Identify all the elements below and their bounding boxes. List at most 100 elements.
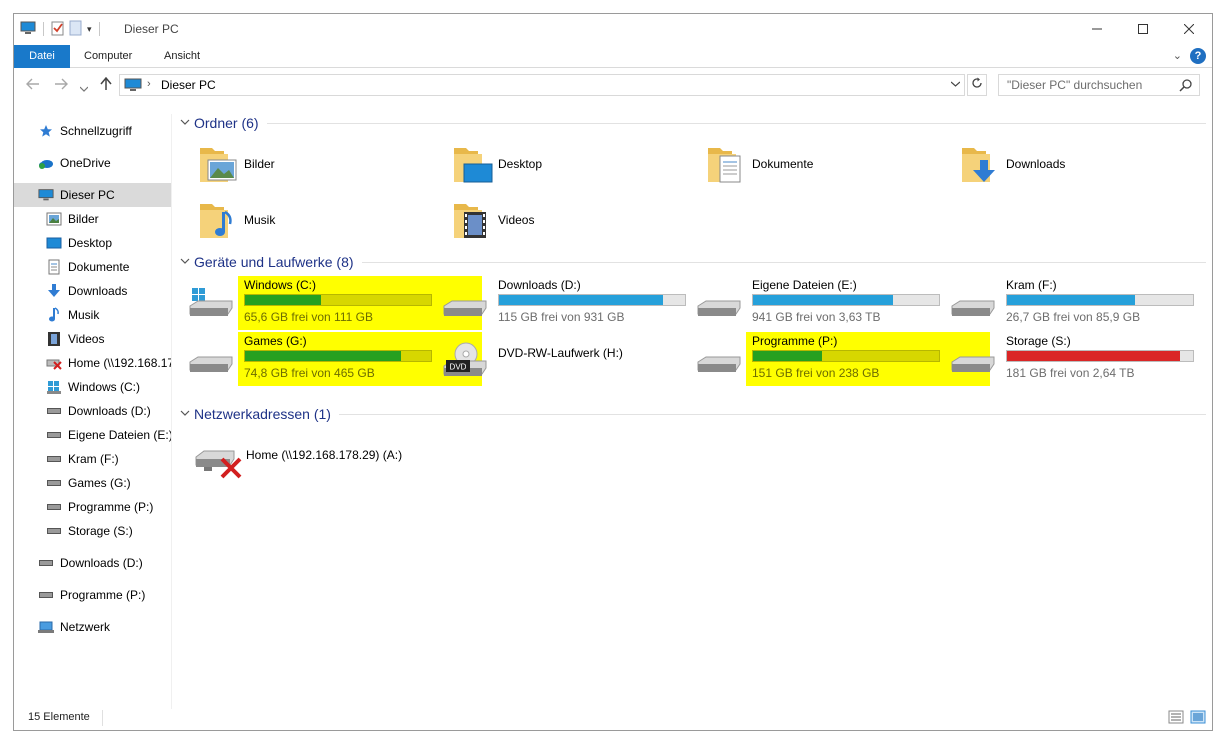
sidebar-item-programme-p-root[interactable]: Programme (P:) <box>14 583 171 607</box>
divider <box>338 413 1206 415</box>
sidebar-item-netzwerk[interactable]: Netzwerk <box>14 615 171 639</box>
sidebar-item-onedrive[interactable]: OneDrive <box>14 151 171 175</box>
sidebar-item-label: Kram (F:) <box>68 452 119 466</box>
drive-free-space: 181 GB frei von 2,64 TB <box>1006 366 1135 380</box>
sidebar-item-downloads-d[interactable]: Downloads (D:) <box>14 399 171 423</box>
folder-item-musik[interactable]: Musik <box>198 195 438 245</box>
details-view-icon[interactable] <box>1168 710 1184 727</box>
drive-item[interactable]: Storage (S:) 181 GB frei von 2,64 TB <box>951 332 1212 386</box>
tab-datei[interactable]: Datei <box>14 45 70 68</box>
quick-access-toolbar: ▾ <box>20 20 103 38</box>
folder-label: Downloads <box>1006 157 1066 171</box>
search-box[interactable] <box>998 74 1200 96</box>
sidebar-item-home-network[interactable]: Home (\\192.168.17 <box>14 351 171 375</box>
sidebar-item-kram-f[interactable]: Kram (F:) <box>14 447 171 471</box>
computer-icon <box>124 78 142 95</box>
network-location-item[interactable]: Home (\\192.168.178.29) (A:) <box>194 439 494 479</box>
windows-drive-icon <box>188 286 234 322</box>
sidebar-item-games-g[interactable]: Games (G:) <box>14 471 171 495</box>
folder-item-desktop[interactable]: Desktop <box>452 139 692 189</box>
sidebar-item-bilder[interactable]: Bilder <box>14 207 171 231</box>
drive-free-space: 65,6 GB frei von 111 GB <box>244 310 373 324</box>
help-icon[interactable]: ? <box>1190 48 1206 64</box>
large-icons-view-icon[interactable] <box>1190 710 1206 727</box>
folder-item-downloads[interactable]: Downloads <box>960 139 1200 189</box>
up-button[interactable] <box>100 76 112 94</box>
folder-item-videos[interactable]: Videos <box>452 195 692 245</box>
properties-icon[interactable] <box>51 20 65 39</box>
sidebar-item-eigene-dateien-e[interactable]: Eigene Dateien (E:) <box>14 423 171 447</box>
sidebar-item-downloads-d-root[interactable]: Downloads (D:) <box>14 551 171 575</box>
group-header-ordner[interactable]: Ordner (6) <box>180 113 1206 133</box>
drive-icon <box>188 342 234 378</box>
computer-icon[interactable] <box>20 21 36 38</box>
folder-label: Bilder <box>244 157 275 171</box>
tab-ansicht[interactable]: Ansicht <box>150 45 214 68</box>
divider <box>266 122 1206 124</box>
address-bar[interactable]: › Dieser PC <box>119 74 965 96</box>
minimize-button[interactable] <box>1074 14 1120 44</box>
refresh-button[interactable] <box>967 74 987 96</box>
maximize-button[interactable] <box>1120 14 1166 44</box>
sidebar-item-dokumente[interactable]: Dokumente <box>14 255 171 279</box>
drive-usage-bar <box>244 294 432 306</box>
drive-name: Eigene Dateien (E:) <box>752 278 857 292</box>
sidebar-item-label: OneDrive <box>60 156 111 170</box>
customize-toolbar-icon[interactable]: ▾ <box>87 24 92 35</box>
collapse-chevron-icon[interactable] <box>180 409 194 420</box>
collapse-chevron-icon[interactable] <box>180 257 194 268</box>
group-title: Netzwerkadressen (1) <box>194 406 331 422</box>
group-header-netzwerkadressen[interactable]: Netzwerkadressen (1) <box>180 404 1206 424</box>
new-folder-icon[interactable] <box>69 20 83 39</box>
sidebar-item-label: Musik <box>68 308 100 322</box>
drive-icon <box>696 286 742 322</box>
drive-usage-fill <box>245 295 322 305</box>
documents-icon <box>46 259 62 275</box>
drive-name: Programme (P:) <box>752 334 838 348</box>
sidebar-item-label: Dokumente <box>68 260 130 274</box>
group-title: Ordner (6) <box>194 115 259 131</box>
desktop-icon <box>46 235 62 251</box>
desktop-folder-icon <box>452 142 494 186</box>
group-header-geraete[interactable]: Geräte und Laufwerke (8) <box>180 252 1206 272</box>
drive-free-space: 26,7 GB frei von 85,9 GB <box>1006 310 1141 324</box>
ribbon-tabs: Datei Computer Ansicht ⌄ ? <box>14 45 1212 68</box>
drive-usage-bar <box>1006 294 1194 306</box>
drive-name: Windows (C:) <box>244 278 317 292</box>
sidebar-item-dieser-pc[interactable]: Dieser PC <box>14 183 171 207</box>
sidebar-item-desktop[interactable]: Desktop <box>14 231 171 255</box>
chevron-down-icon[interactable] <box>950 79 961 90</box>
sidebar-item-windows-c[interactable]: Windows (C:) <box>14 375 171 399</box>
breadcrumb[interactable]: Dieser PC <box>161 78 216 92</box>
folder-item-bilder[interactable]: Bilder <box>198 139 438 189</box>
sidebar-item-storage-s[interactable]: Storage (S:) <box>14 519 171 543</box>
search-icon[interactable] <box>1179 78 1193 95</box>
tab-computer[interactable]: Computer <box>70 45 146 68</box>
drive-usage-fill <box>245 351 402 361</box>
star-icon <box>38 123 54 139</box>
drive-name: DVD-RW-Laufwerk (H:) <box>498 346 623 360</box>
window-title: Dieser PC <box>124 22 179 36</box>
drive-usage-bar <box>1006 350 1194 362</box>
drive-item[interactable]: Kram (F:) 26,7 GB frei von 85,9 GB <box>951 276 1212 330</box>
sidebar-item-label: Programme (P:) <box>60 588 146 602</box>
search-input[interactable] <box>999 75 1169 95</box>
expand-ribbon-icon[interactable]: ⌄ <box>1173 49 1182 62</box>
sidebar-item-schnellzugriff[interactable]: Schnellzugriff <box>14 119 171 143</box>
sidebar-item-musik[interactable]: Musik <box>14 303 171 327</box>
folder-item-dokumente[interactable]: Dokumente <box>706 139 946 189</box>
drive-free-space: 151 GB frei von 238 GB <box>752 366 880 380</box>
sidebar-item-videos[interactable]: Videos <box>14 327 171 351</box>
forward-button[interactable] <box>54 77 68 93</box>
breadcrumb-chevron-icon[interactable]: › <box>147 78 151 90</box>
divider <box>102 710 103 726</box>
network-icon <box>38 619 54 635</box>
sidebar-item-label: Dieser PC <box>60 188 115 202</box>
sidebar-item-downloads[interactable]: Downloads <box>14 279 171 303</box>
close-button[interactable] <box>1166 14 1212 44</box>
recent-locations-icon[interactable] <box>79 79 89 95</box>
sidebar-item-programme-p[interactable]: Programme (P:) <box>14 495 171 519</box>
collapse-chevron-icon[interactable] <box>180 118 194 129</box>
back-button[interactable] <box>26 77 40 93</box>
folder-label: Desktop <box>498 157 543 171</box>
